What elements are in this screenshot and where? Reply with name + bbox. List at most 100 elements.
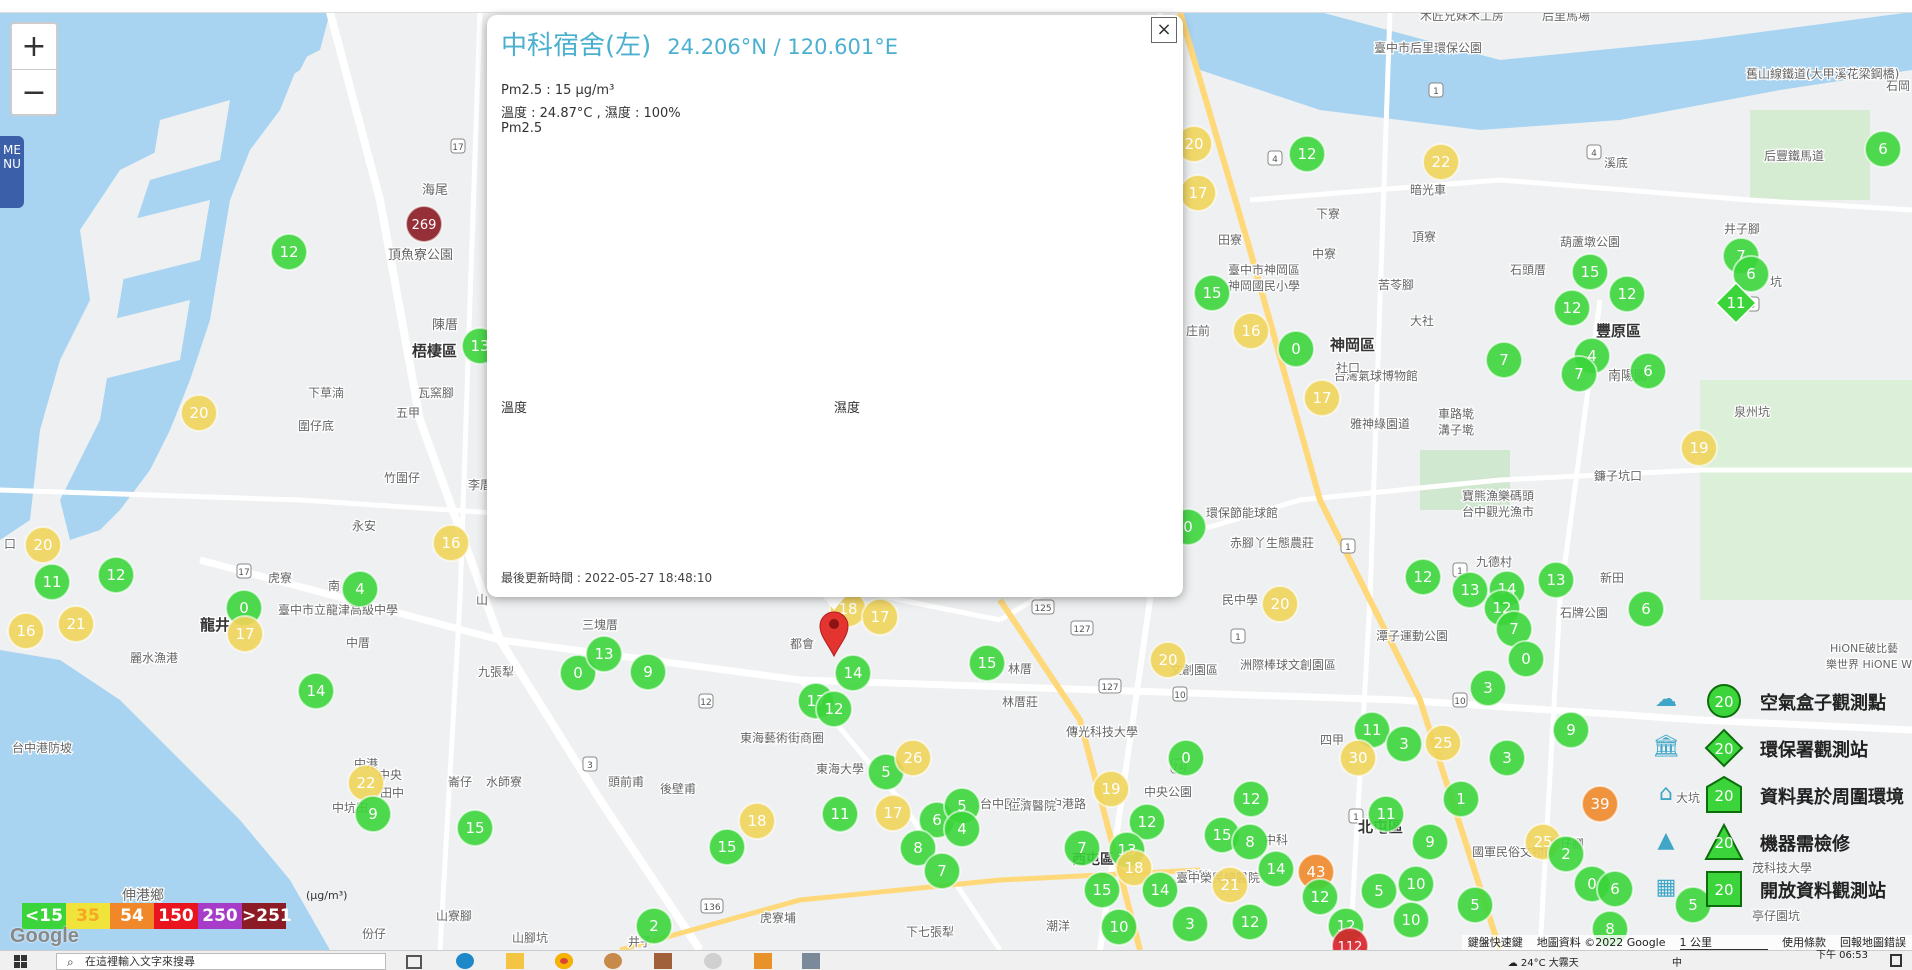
station-marker[interactable]: 10 — [1392, 901, 1430, 939]
station-marker[interactable]: 14 — [1141, 871, 1179, 909]
station-marker[interactable]: 2 — [1547, 835, 1585, 873]
station-marker[interactable]: 6 — [1627, 590, 1665, 628]
station-marker[interactable]: 12 — [1231, 903, 1269, 941]
menu-tab-button[interactable]: MENU — [0, 136, 24, 208]
station-marker[interactable]: 12 — [1608, 275, 1646, 313]
app-icon-4[interactable] — [754, 953, 772, 969]
station-marker[interactable]: 13 — [1451, 571, 1489, 609]
station-marker[interactable]: 22 — [1422, 143, 1460, 181]
station-marker[interactable]: 9 — [354, 795, 392, 833]
station-marker[interactable]: 20 — [24, 526, 62, 564]
station-marker[interactable]: 15 — [708, 828, 746, 866]
input-language[interactable]: 中 — [1672, 958, 1682, 969]
station-marker[interactable]: 10 — [1100, 908, 1138, 946]
station-marker[interactable]: 15 — [968, 644, 1006, 682]
station-marker[interactable]: 11 — [821, 795, 859, 833]
station-marker[interactable]: 12 — [270, 233, 308, 271]
station-marker[interactable]: 17 — [1303, 379, 1341, 417]
zoom-out-button[interactable]: − — [12, 69, 56, 115]
station-marker[interactable]: 2 — [635, 907, 673, 945]
station-marker[interactable]: 15 — [456, 809, 494, 847]
station-marker[interactable]: 19 — [1680, 429, 1718, 467]
station-marker[interactable]: 3 — [1469, 669, 1507, 707]
station-marker[interactable]: 16 — [7, 612, 45, 650]
station-marker[interactable]: 30 — [1339, 739, 1377, 777]
station-marker[interactable]: 26 — [894, 739, 932, 777]
station-marker[interactable]: 20 — [180, 394, 218, 432]
station-marker[interactable]: 13 — [1537, 561, 1575, 599]
station-marker[interactable]: 19 — [1092, 770, 1130, 808]
zoom-in-button[interactable]: + — [12, 24, 56, 69]
station-marker[interactable]: 4 — [943, 810, 981, 848]
app-icon-5[interactable] — [802, 953, 820, 969]
station-marker[interactable]: 0 — [1507, 640, 1545, 678]
station-marker[interactable]: 11 — [33, 563, 71, 601]
station-marker[interactable]: 7 — [1063, 829, 1101, 867]
station-marker[interactable]: 12 — [1301, 878, 1339, 916]
station-marker[interactable]: 17 — [1179, 174, 1217, 212]
station-marker[interactable]: 0 — [1167, 739, 1205, 777]
station-marker[interactable]: 12 — [1232, 780, 1270, 818]
station-marker[interactable]: 14 — [297, 672, 335, 710]
station-marker[interactable]: 4 — [341, 570, 379, 608]
station-marker[interactable]: 20 — [1261, 585, 1299, 623]
station-marker[interactable]: 6 — [1596, 870, 1634, 908]
station-marker[interactable]: 6 — [1864, 130, 1902, 168]
station-marker[interactable]: 16 — [1232, 312, 1270, 350]
station-marker[interactable]: 7 — [1485, 341, 1523, 379]
task-view-icon[interactable] — [406, 955, 422, 969]
station-marker[interactable]: 17 — [861, 598, 899, 636]
station-marker[interactable]: 15 — [1571, 253, 1609, 291]
station-marker[interactable]: 12 — [815, 690, 853, 728]
station-marker[interactable]: 14 — [834, 654, 872, 692]
station-marker[interactable]: 12 — [1553, 289, 1591, 327]
station-marker[interactable]: 25 — [1424, 724, 1462, 762]
station-marker[interactable]: 5 — [1360, 872, 1398, 910]
app-icon-3[interactable] — [704, 953, 722, 969]
station-marker[interactable]: 16 — [432, 524, 470, 562]
station-marker[interactable]: 39 — [1581, 785, 1619, 823]
chrome-browser-icon[interactable] — [555, 953, 573, 969]
report-error-link[interactable]: 回報地圖錯誤 — [1840, 935, 1906, 950]
station-marker[interactable]: 12 — [97, 556, 135, 594]
station-marker[interactable]: 3 — [1488, 739, 1526, 777]
notification-icon[interactable] — [1890, 954, 1902, 967]
scale-bar[interactable]: 1 公里 — [1679, 935, 1768, 950]
station-marker[interactable]: 18 — [738, 802, 776, 840]
station-marker[interactable]: 9 — [1552, 711, 1590, 749]
tray-weather[interactable]: ☁ 24°C 大霧天 中 — [1508, 954, 1682, 969]
station-marker[interactable]: 14 — [1257, 850, 1295, 888]
station-marker[interactable]: 15 — [1193, 274, 1231, 312]
station-marker[interactable]: 21 — [1211, 866, 1249, 904]
app-icon-1[interactable] — [604, 953, 622, 969]
station-marker[interactable]: 6 — [1629, 352, 1667, 390]
taskbar-search-input[interactable]: ⌕ 在這裡輸入文字來搜尋 — [56, 953, 386, 970]
station-marker[interactable]: 3 — [1385, 725, 1423, 763]
station-marker[interactable]: 3 — [1171, 905, 1209, 943]
station-marker[interactable]: 12 — [1288, 135, 1326, 173]
windows-start-icon[interactable] — [14, 955, 28, 968]
popup-close-button[interactable]: × — [1151, 17, 1177, 43]
station-marker[interactable]: 12 — [1404, 558, 1442, 596]
station-marker[interactable]: 9 — [629, 653, 667, 691]
station-marker[interactable]: 13 — [585, 635, 623, 673]
station-marker[interactable]: 15 — [1083, 871, 1121, 909]
station-marker[interactable]: 9 — [1411, 823, 1449, 861]
station-marker[interactable]: 20 — [1149, 641, 1187, 679]
station-marker[interactable]: 1 — [1442, 780, 1480, 818]
station-marker[interactable]: 11 — [1367, 795, 1405, 833]
station-marker[interactable]: 17 — [874, 794, 912, 832]
station-marker[interactable]: 17 — [226, 615, 264, 653]
station-marker[interactable]: 269 — [405, 205, 443, 243]
terms-link[interactable]: 使用條款 — [1782, 935, 1826, 950]
station-marker[interactable]: 22 — [347, 764, 385, 802]
station-marker[interactable]: 7 — [923, 852, 961, 890]
taskbar-clock[interactable]: 下午 06:53 — [1816, 951, 1868, 961]
station-marker[interactable]: 10 — [1397, 865, 1435, 903]
station-marker[interactable]: 21 — [57, 605, 95, 643]
station-marker[interactable]: 5 — [1456, 886, 1494, 924]
edge-browser-icon[interactable] — [456, 953, 474, 969]
station-marker[interactable]: 7 — [1560, 355, 1598, 393]
station-marker[interactable]: 0 — [1277, 330, 1315, 368]
app-icon-2[interactable] — [654, 953, 672, 969]
